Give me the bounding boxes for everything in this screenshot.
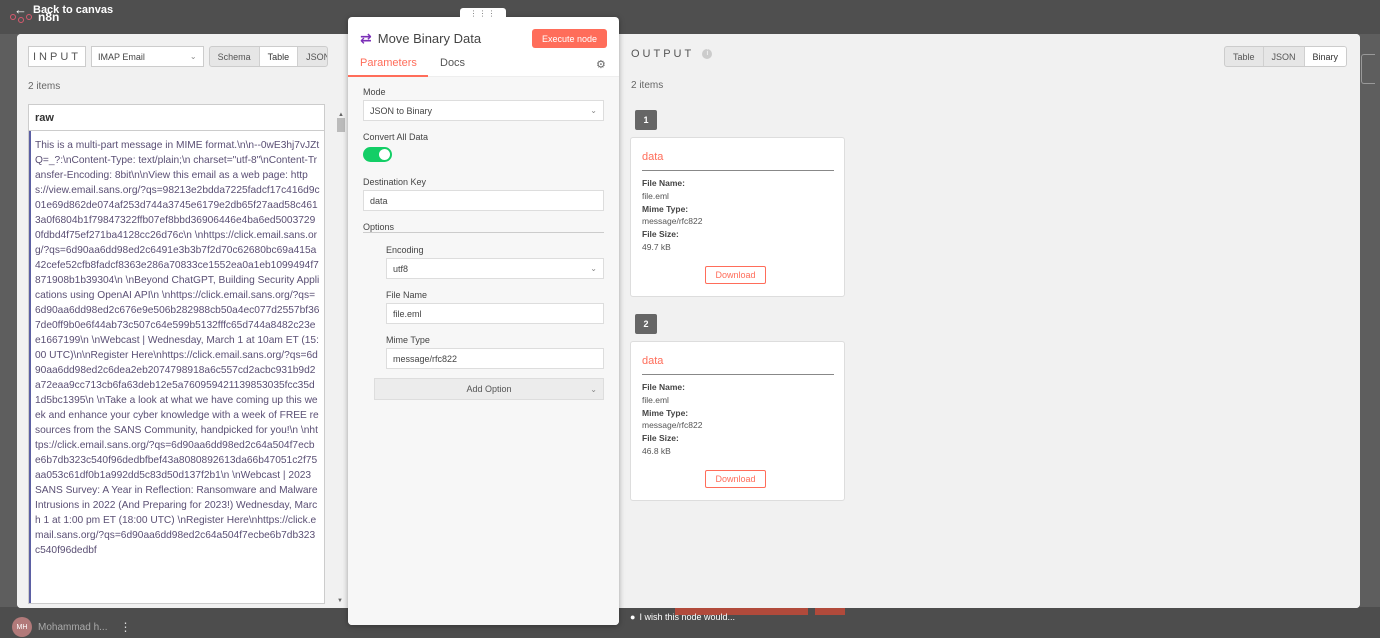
mime-type-label: Mime Type: [642, 407, 689, 418]
convert-all-data-toggle[interactable] [363, 147, 392, 162]
add-option-label: Add Option [466, 384, 512, 394]
download-button[interactable]: Download [705, 266, 766, 284]
tab-docs[interactable]: Docs [440, 57, 465, 69]
input-scrollbar[interactable]: ▲ ▼ [337, 112, 345, 604]
card-divider [642, 170, 834, 171]
options-label: Options [363, 222, 395, 232]
chevron-down-icon: ⌄ [590, 264, 597, 273]
file-size-value: 49.7 kB [642, 241, 671, 252]
input-label: INPUT [28, 46, 86, 67]
file-name-input[interactable]: file.eml [386, 303, 604, 324]
destination-key-input[interactable]: data [363, 190, 604, 211]
mode-value: JSON to Binary [370, 105, 433, 116]
tab-parameters[interactable]: Parameters [360, 57, 417, 69]
mime-type-label: Mime Type: [642, 203, 689, 214]
mode-select[interactable]: JSON to Binary ⌄ [363, 100, 604, 121]
input-view-switcher: Schema Table JSON [208, 46, 328, 67]
file-size-label: File Size: [642, 433, 679, 444]
output-view-table[interactable]: Table [1225, 47, 1264, 66]
file-name-label: File Name: [642, 178, 685, 188]
node-details-modal: INPUT IMAP Email ⌄ Schema Table JSON 2 i… [17, 34, 1360, 608]
input-panel: INPUT IMAP Email ⌄ Schema Table JSON 2 i… [28, 46, 328, 92]
back-to-canvas-button[interactable]: ← Back to canvas [14, 2, 113, 17]
file-name-value: file.eml [642, 190, 669, 201]
back-to-canvas-label: Back to canvas [33, 3, 114, 16]
node-parameters-panel: ⇄ Move Binary Data Execute node Paramete… [348, 17, 619, 625]
binary-card: data File Name: file.eml Mime Type: mess… [630, 341, 845, 501]
options-divider [363, 232, 604, 233]
file-size-label: File Size: [642, 229, 679, 240]
destination-key-value: data [370, 195, 388, 206]
file-size-value: 46.8 kB [642, 445, 671, 456]
item-index-badge: 2 [635, 314, 657, 334]
add-option-button[interactable]: Add Option ⌄ [374, 378, 604, 400]
feedback-link[interactable]: ● I wish this node would... [630, 612, 735, 622]
more-icon[interactable]: ⋮ [119, 620, 131, 634]
encoding-label: Encoding [386, 245, 424, 255]
input-node-select-value: IMAP Email [98, 51, 145, 62]
input-view-json[interactable]: JSON [298, 47, 327, 66]
output-view-binary[interactable]: Binary [1304, 47, 1347, 66]
binary-metadata: File Name: file.eml Mime Type: message/r… [642, 381, 702, 458]
feedback-text: I wish this node would... [639, 612, 735, 622]
chevron-down-icon: ⌄ [189, 52, 197, 61]
avatar: MH [12, 617, 32, 637]
input-table: raw This is a multi-part message in MIME… [28, 104, 325, 604]
input-node-select[interactable]: IMAP Email ⌄ [91, 46, 204, 67]
destination-key-label: Destination Key [363, 177, 427, 187]
output-view-switcher: Table JSON Binary [1224, 46, 1348, 67]
canvas-side-button [1361, 54, 1375, 84]
mime-type-value: message/rfc822 [642, 420, 703, 431]
user-name: Mohammad h... [38, 621, 108, 633]
mime-type-value: message/rfc822 [642, 216, 703, 227]
scroll-down-icon[interactable]: ▼ [337, 598, 343, 604]
info-icon[interactable]: i [702, 49, 713, 59]
binary-property-name: data [642, 151, 664, 163]
gear-icon[interactable]: ⚙ [596, 58, 606, 71]
canvas-header [0, 0, 1380, 34]
binary-card: data File Name: file.eml Mime Type: mess… [630, 137, 845, 297]
file-name-value: file.eml [393, 308, 422, 319]
execute-node-button[interactable]: Execute node [532, 29, 607, 48]
lightbulb-icon: ● [630, 612, 636, 622]
node-title-text[interactable]: Move Binary Data [378, 31, 481, 46]
parameters-form: Mode JSON to Binary ⌄ Convert All Data D… [348, 77, 619, 625]
scroll-thumb[interactable] [337, 118, 345, 132]
output-view-json[interactable]: JSON [1264, 47, 1305, 66]
convert-all-data-label: Convert All Data [363, 132, 429, 142]
mime-type-value: message/rfc822 [393, 353, 458, 364]
card-divider [642, 374, 834, 375]
chevron-down-icon: ⌄ [590, 384, 597, 394]
output-header: OUTPUT i [631, 48, 713, 60]
output-items-count: 2 items [631, 80, 664, 91]
drag-handle[interactable]: ⋮⋮⋮ [460, 8, 506, 22]
table-cell-raw: This is a multi-part message in MIME for… [29, 131, 324, 603]
node-title: ⇄ Move Binary Data [360, 30, 481, 47]
table-header-raw: raw [29, 105, 324, 131]
encoding-value: utf8 [393, 263, 409, 274]
item-index-badge: 1 [635, 110, 657, 130]
input-view-table[interactable]: Table [259, 47, 299, 66]
chevron-down-icon: ⌄ [590, 106, 597, 115]
mode-label: Mode [363, 87, 386, 97]
user-menu[interactable]: MH Mohammad h... ⋮ [12, 617, 131, 637]
input-view-schema[interactable]: Schema [210, 47, 260, 66]
mime-type-label: Mime Type [386, 335, 430, 345]
download-button[interactable]: Download [705, 470, 766, 488]
output-label: OUTPUT [631, 48, 695, 60]
arrow-left-icon: ← [14, 2, 27, 17]
binary-property-name: data [642, 355, 664, 367]
swap-arrows-icon: ⇄ [360, 30, 372, 46]
node-tabs: Parameters Docs [348, 55, 619, 77]
file-name-label: File Name [386, 290, 428, 300]
file-name-label: File Name: [642, 382, 685, 392]
file-name-value: file.eml [642, 394, 669, 405]
binary-metadata: File Name: file.eml Mime Type: message/r… [642, 177, 702, 254]
encoding-select[interactable]: utf8 ⌄ [386, 258, 604, 279]
input-items-count: 2 items [28, 81, 61, 92]
mime-type-input[interactable]: message/rfc822 [386, 348, 604, 369]
